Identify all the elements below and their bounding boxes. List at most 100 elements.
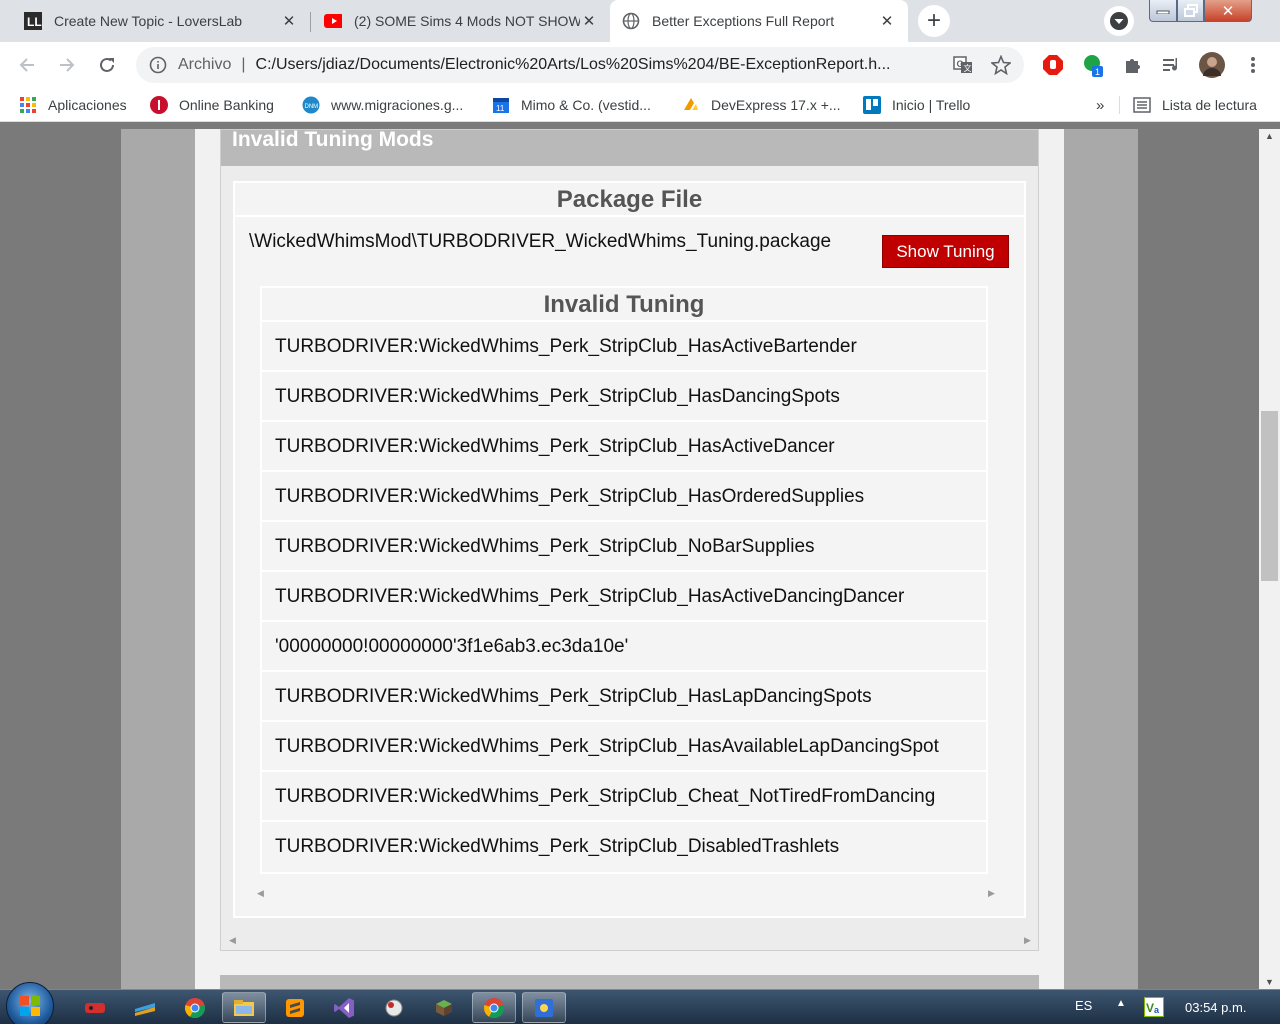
extensions-puzzle-icon[interactable]: [1120, 52, 1146, 78]
migraciones-icon: DNM: [302, 96, 320, 114]
svg-text:11: 11: [496, 104, 505, 113]
start-orb-icon[interactable]: [6, 982, 54, 1024]
taskbar-clock[interactable]: 03:54 p.m.: [1185, 1000, 1246, 1015]
back-arrow-icon[interactable]: [13, 51, 41, 79]
explorer-icon[interactable]: [222, 992, 266, 1023]
address-bar[interactable]: Archivo | C:/Users/jdiaz/Documents/Elect…: [136, 47, 1024, 83]
visual-studio-icon[interactable]: [322, 992, 366, 1023]
svg-text:文: 文: [964, 63, 972, 73]
tuning-row: '00000000!00000000'3f1e6ab3.ec3da10e': [262, 622, 986, 672]
browser-menu-icon[interactable]: [1240, 52, 1266, 78]
bookmark-label: Online Banking: [179, 97, 274, 113]
bookmark-devexpress[interactable]: DevExpress 17.x +...: [682, 94, 841, 116]
scheme-label: Archivo: [178, 56, 232, 73]
tab-strip: LL Create New Topic - LoversLab ✕ (2) SO…: [0, 0, 1280, 42]
svg-text:V: V: [1146, 1001, 1154, 1015]
scrollbar-thumb[interactable]: [1261, 411, 1278, 581]
invalid-tuning-header: Invalid Tuning: [262, 288, 986, 322]
tab-title: Better Exceptions Full Report: [652, 13, 835, 29]
apps-grid-icon: [19, 96, 37, 114]
sublime-icon[interactable]: [273, 992, 317, 1023]
close-tab-icon[interactable]: ✕: [580, 12, 598, 30]
chrome-icon[interactable]: [173, 992, 217, 1023]
next-section-header: [220, 975, 1039, 989]
language-indicator[interactable]: ES: [1075, 998, 1092, 1013]
section-title: Invalid Tuning Mods: [221, 129, 1038, 166]
bookmark-trello[interactable]: Inicio | Trello: [863, 94, 970, 116]
tab-separator: [310, 12, 311, 32]
tuning-row: TURBODRIVER:WickedWhims_Perk_StripClub_H…: [262, 372, 986, 422]
windows-taskbar: ES ▲ Va 03:54 p.m.: [0, 982, 1280, 1024]
page-column: Invalid Tuning Mods Package File \Wicked…: [121, 129, 1138, 989]
bank-icon: [150, 96, 168, 114]
scroll-left-arrow-icon[interactable]: ◀: [229, 935, 236, 946]
profile-avatar[interactable]: [1199, 52, 1225, 78]
green-extension-icon[interactable]: 1: [1080, 52, 1106, 78]
tuning-row: TURBODRIVER:WickedWhims_Perk_StripClub_H…: [262, 672, 986, 722]
scroll-left-arrow-icon[interactable]: ◀: [257, 888, 264, 899]
report-container: Invalid Tuning Mods Package File \Wicked…: [195, 129, 1064, 989]
site-info-icon[interactable]: [148, 55, 168, 75]
new-tab-plus-icon[interactable]: +: [918, 5, 950, 37]
scroll-up-arrow-icon[interactable]: ▲: [1259, 131, 1280, 141]
package-path: \WickedWhimsMod\TURBODRIVER_WickedWhims_…: [249, 231, 832, 252]
bookmark-label: Mimo & Co. (vestid...: [521, 97, 651, 113]
bookmark-migraciones[interactable]: DNM www.migraciones.g...: [302, 94, 463, 116]
close-tab-icon[interactable]: ✕: [280, 12, 298, 30]
bookmark-aplicaciones[interactable]: Aplicaciones: [19, 94, 127, 116]
devexpress-icon: [682, 96, 700, 114]
tuning-row: TURBODRIVER:WickedWhims_Perk_StripClub_H…: [262, 472, 986, 522]
package-file-box: Package File \WickedWhimsMod\TURBODRIVER…: [233, 181, 1026, 918]
tab-youtube[interactable]: (2) SOME Sims 4 Mods NOT SHOWING ✕: [312, 0, 610, 42]
tuning-row: TURBODRIVER:WickedWhims_Perk_StripClub_H…: [262, 322, 986, 372]
bookmark-star-icon[interactable]: [990, 54, 1012, 76]
bookmark-label: Aplicaciones: [48, 97, 127, 113]
adblock-extension-icon[interactable]: [1040, 52, 1066, 78]
scheme-separator: |: [241, 56, 246, 73]
reload-icon[interactable]: [93, 51, 121, 79]
translate-icon[interactable]: G文: [952, 54, 974, 76]
url-text[interactable]: C:/Users/jdiaz/Documents/Electronic%20Ar…: [256, 56, 936, 74]
bookmark-mimo[interactable]: 11 Mimo & Co. (vestid...: [492, 94, 651, 116]
bookmarks-divider: [1119, 96, 1120, 114]
window-restore-icon[interactable]: [1177, 0, 1204, 22]
calendar-icon: 11: [492, 96, 510, 114]
close-tab-icon[interactable]: ✕: [878, 12, 896, 30]
loverslab-icon: LL: [24, 12, 42, 30]
tuning-row: TURBODRIVER:WickedWhims_Perk_StripClub_D…: [262, 822, 986, 872]
extension-badge: 1: [1095, 67, 1100, 77]
tab-loverslab[interactable]: LL Create New Topic - LoversLab ✕: [12, 0, 310, 42]
app-globe-icon[interactable]: [372, 992, 416, 1023]
bookmark-online-banking[interactable]: Online Banking: [150, 94, 274, 116]
scroll-down-arrow-icon[interactable]: ▼: [1259, 977, 1280, 987]
media-control-icon[interactable]: [1158, 52, 1184, 78]
invalid-tuning-mods-section: Invalid Tuning Mods Package File \Wicked…: [220, 129, 1039, 951]
tuning-row: TURBODRIVER:WickedWhims_Perk_StripClub_C…: [262, 772, 986, 822]
reading-list-icon: [1133, 96, 1151, 114]
tray-app-icon[interactable]: Va: [1144, 997, 1164, 1017]
tuning-row: TURBODRIVER:WickedWhims_Perk_StripClub_H…: [262, 722, 986, 772]
minecraft-icon[interactable]: [422, 992, 466, 1023]
reading-list-button[interactable]: Lista de lectura: [1133, 94, 1257, 116]
app-folder-icon[interactable]: [123, 992, 167, 1023]
show-tuning-button[interactable]: Show Tuning: [882, 235, 1009, 268]
vertical-scrollbar[interactable]: ▲ ▼: [1259, 129, 1280, 989]
chrome-active-icon[interactable]: [472, 992, 516, 1023]
bookmarks-overflow-chevron[interactable]: »: [1096, 94, 1104, 116]
app-blue-icon[interactable]: [522, 992, 566, 1023]
scroll-right-arrow-icon[interactable]: ▶: [988, 888, 995, 899]
trello-icon: [863, 96, 881, 114]
tab-search-chevron-icon[interactable]: [1104, 6, 1134, 36]
tab-title: (2) SOME Sims 4 Mods NOT SHOWING: [354, 13, 580, 29]
forward-arrow-icon[interactable]: [53, 51, 81, 79]
tuning-row: TURBODRIVER:WickedWhims_Perk_StripClub_N…: [262, 522, 986, 572]
window-close-icon[interactable]: ✕: [1204, 0, 1252, 22]
window-minimize-icon[interactable]: [1149, 0, 1177, 22]
tab-better-exceptions[interactable]: Better Exceptions Full Report ✕: [610, 0, 908, 42]
bookmarks-bar: Aplicaciones Online Banking DNM www.migr…: [0, 88, 1280, 122]
page-viewport: Invalid Tuning Mods Package File \Wicked…: [0, 129, 1259, 989]
tray-expand-arrow-icon[interactable]: ▲: [1116, 998, 1126, 1009]
app-red-icon[interactable]: [73, 992, 117, 1023]
scroll-right-arrow-icon[interactable]: ▶: [1024, 935, 1031, 946]
svg-text:a: a: [1154, 1005, 1160, 1015]
